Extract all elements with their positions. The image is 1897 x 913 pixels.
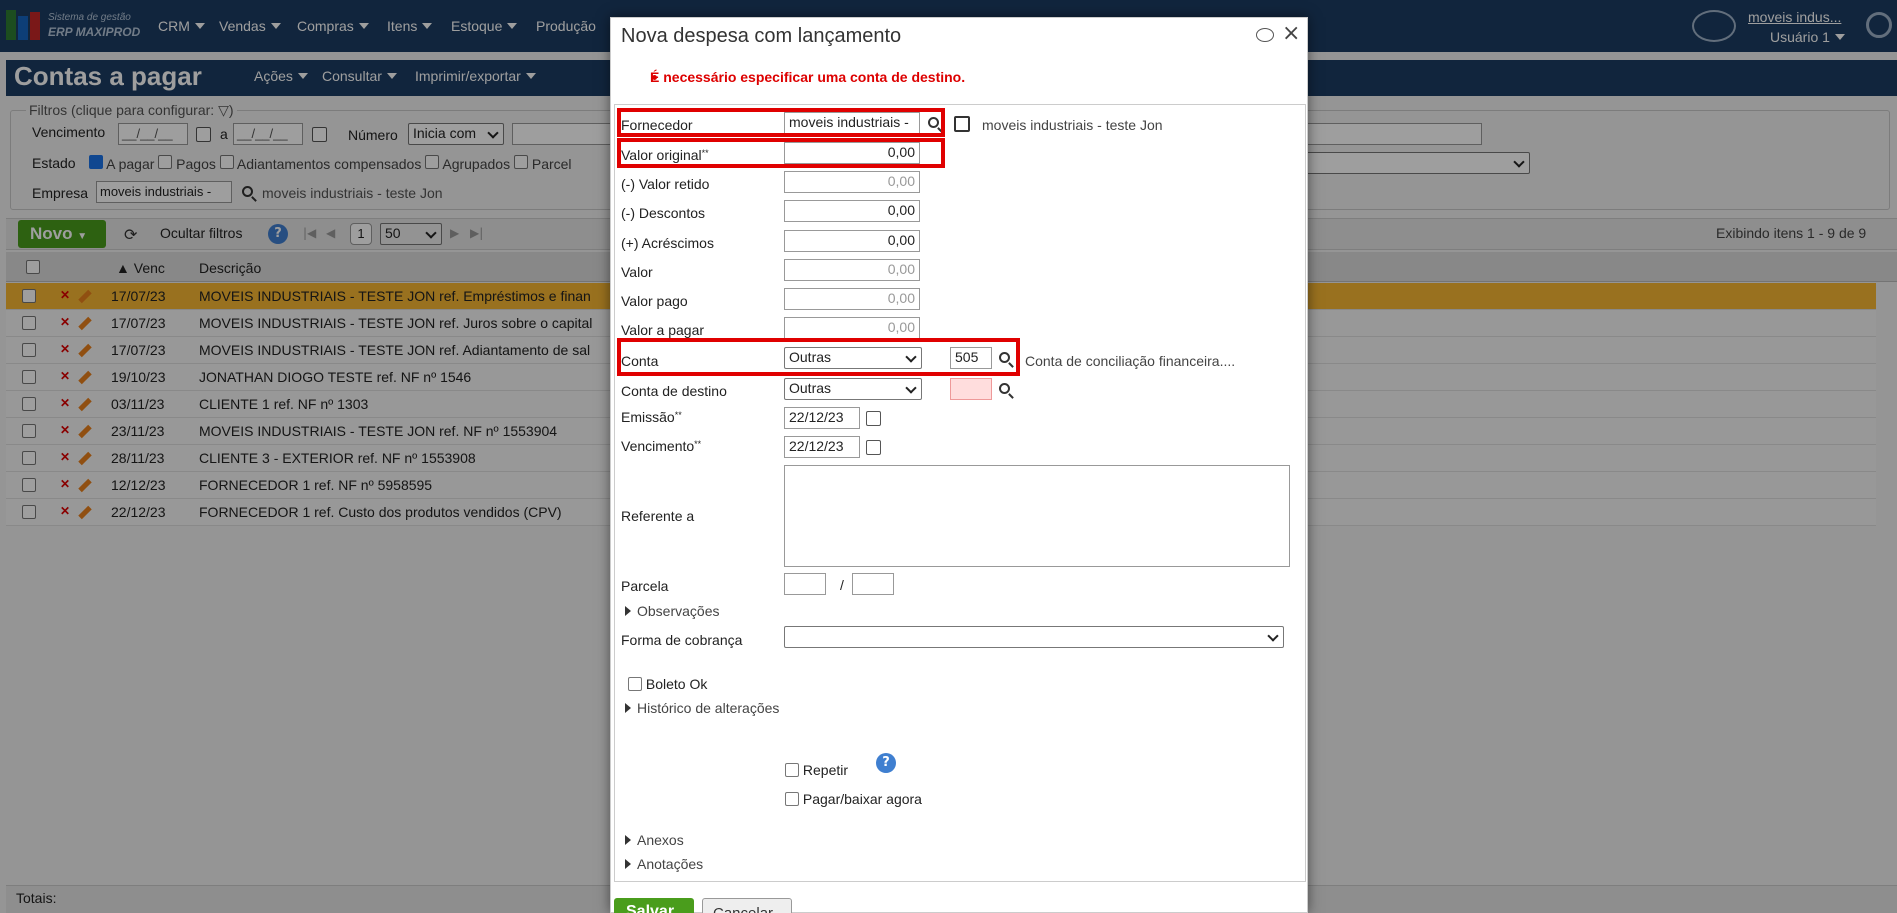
calendar-icon[interactable]	[866, 440, 881, 455]
parcela-num-input[interactable]	[784, 573, 826, 595]
triangle-right-icon	[625, 606, 631, 616]
parcela-label: Parcela	[621, 578, 669, 594]
pagar-agora-option[interactable]: Pagar/baixar agora	[785, 791, 922, 807]
repetir-option[interactable]: Repetir	[785, 762, 848, 778]
triangle-right-icon	[625, 703, 631, 713]
highlight-valor-original	[617, 138, 945, 168]
pagar-agora-checkbox[interactable]	[785, 792, 799, 806]
salvar-button[interactable]: Salvar	[614, 898, 694, 913]
valor-retido-label: (-) Valor retido	[621, 176, 710, 192]
highlight-conta	[617, 338, 1020, 376]
conta-destino-label: Conta de destino	[621, 383, 727, 399]
conta-destino-select[interactable]: Outras	[784, 378, 922, 400]
forma-cobranca-label: Forma de cobrança	[621, 632, 743, 648]
calendar-icon[interactable]	[866, 411, 881, 426]
vencimento-label: Vencimento**	[621, 438, 702, 454]
descontos-label: (-) Descontos	[621, 205, 706, 221]
triangle-right-icon	[625, 835, 631, 845]
valor-pago-input[interactable]: 0,00	[784, 288, 920, 310]
valor-retido-input[interactable]: 0,00	[784, 171, 920, 193]
error-message: É necessário especificar uma conta de de…	[650, 69, 966, 85]
search-icon[interactable]	[999, 383, 1010, 394]
anexos-toggle[interactable]: Anexos	[625, 832, 684, 848]
emissao-label: Emissão**	[621, 409, 682, 425]
external-link-icon[interactable]	[954, 116, 970, 132]
comment-icon[interactable]	[1256, 28, 1274, 42]
repetir-checkbox[interactable]	[785, 763, 799, 777]
valor-label: Valor	[621, 264, 653, 280]
triangle-right-icon	[625, 859, 631, 869]
close-icon[interactable]: ×	[1282, 21, 1300, 46]
descontos-input[interactable]: 0,00	[784, 200, 920, 222]
emissao-input[interactable]: 22/12/23	[784, 407, 860, 429]
dialog-title: Nova despesa com lançamento	[621, 25, 902, 47]
valor-a-pagar-label: Valor a pagar	[621, 322, 705, 338]
vencimento-input[interactable]: 22/12/23	[784, 436, 860, 458]
referente-textarea[interactable]	[784, 465, 1290, 567]
boleto-ok-checkbox[interactable]	[628, 677, 642, 691]
fornecedor-text: moveis industriais - teste Jon	[982, 117, 1163, 133]
acrescimos-input[interactable]: 0,00	[784, 230, 920, 252]
cancelar-button[interactable]: Cancelar	[702, 898, 792, 913]
boleto-ok-option[interactable]: Boleto Ok	[628, 676, 707, 692]
parcela-total-input[interactable]	[852, 573, 894, 595]
anotacoes-toggle[interactable]: Anotações	[625, 856, 703, 872]
acrescimos-label: (+) Acréscimos	[621, 235, 714, 251]
historico-toggle[interactable]: Histórico de alterações	[625, 700, 779, 716]
highlight-fornecedor	[617, 108, 945, 137]
conta-destino-num-input[interactable]	[950, 378, 992, 400]
observacoes-toggle[interactable]: Observações	[625, 603, 719, 619]
forma-cobranca-select[interactable]	[784, 626, 1284, 648]
conta-text: Conta de conciliação financeira....	[1025, 353, 1236, 369]
valor-pago-label: Valor pago	[621, 293, 688, 309]
valor-a-pagar-input[interactable]: 0,00	[784, 317, 920, 339]
parcela-separator: /	[840, 577, 844, 593]
referente-label: Referente a	[621, 508, 695, 524]
valor-input[interactable]: 0,00	[784, 259, 920, 281]
help-icon[interactable]: ?	[876, 753, 896, 773]
